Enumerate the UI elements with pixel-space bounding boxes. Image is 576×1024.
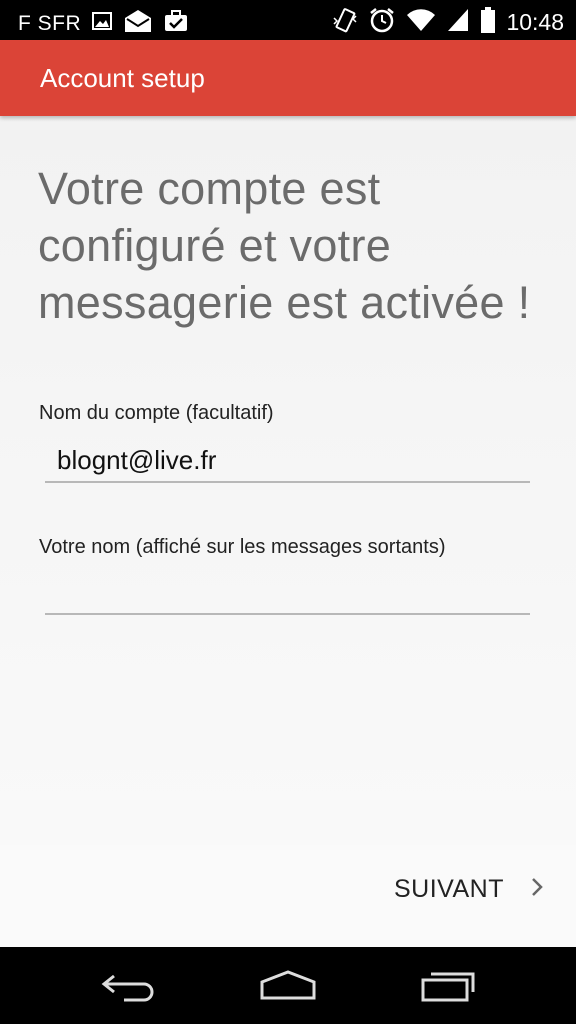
back-button[interactable]	[96, 967, 160, 1007]
image-icon	[91, 10, 113, 38]
alarm-icon	[368, 6, 396, 39]
status-left: F SFR	[18, 8, 189, 40]
carrier-label: F SFR	[18, 12, 82, 35]
chevron-right-icon	[530, 876, 544, 903]
mail-icon	[123, 8, 153, 40]
setup-complete-heading: Votre compte est configuré et votre mess…	[38, 163, 531, 328]
status-right: 10:48	[332, 6, 564, 39]
wifi-icon	[406, 7, 436, 38]
app-bar: Account setup	[0, 40, 576, 116]
back-icon	[100, 968, 156, 1007]
account-name-label: Nom du compte (facultatif)	[39, 402, 274, 424]
signal-icon	[446, 7, 470, 38]
status-bar: F SFR 10:48	[0, 0, 576, 40]
briefcase-check-icon	[163, 9, 189, 39]
vibrate-icon	[332, 6, 358, 39]
home-icon	[258, 968, 318, 1007]
next-button-label: SUIVANT	[394, 875, 504, 903]
your-name-input[interactable]	[45, 575, 530, 615]
home-button[interactable]	[256, 967, 320, 1007]
navigation-bar	[0, 947, 576, 1024]
app-title: Account setup	[40, 63, 205, 93]
phone-screen: F SFR 10:48 Account setup Votre compte e…	[0, 0, 576, 1024]
next-button[interactable]: SUIVANT	[394, 875, 544, 904]
battery-icon	[480, 6, 496, 39]
account-name-input[interactable]	[45, 443, 530, 483]
action-bar: SUIVANT	[0, 845, 576, 947]
clock: 10:48	[506, 9, 564, 35]
recent-apps-button[interactable]	[416, 967, 480, 1007]
recent-apps-icon	[419, 968, 477, 1007]
your-name-label: Votre nom (affiché sur les messages sort…	[39, 536, 446, 558]
